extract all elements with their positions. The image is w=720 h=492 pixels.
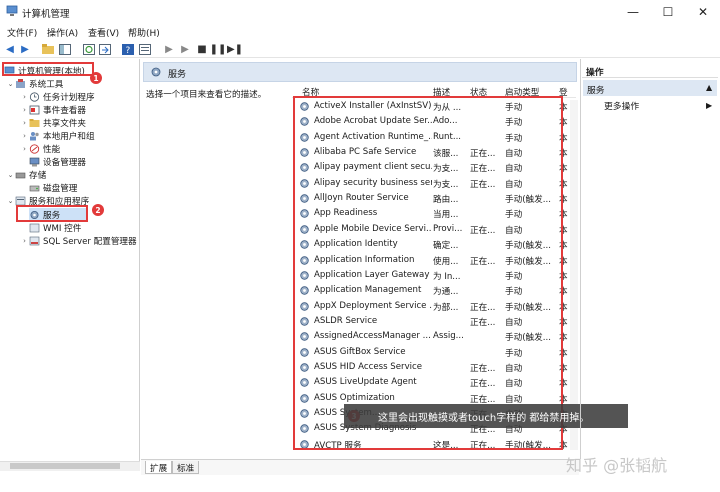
chevron-right-icon[interactable]: › — [20, 93, 29, 101]
toolbar: ◀ ▶ ? ▶ ▶ ■ ❚❚ ▶❚ — [0, 40, 720, 58]
folder-up-icon[interactable] — [41, 42, 55, 56]
users-icon — [30, 131, 39, 140]
menu-bar: 文件(F) 操作(A) 查看(V) 帮助(H) — [0, 24, 720, 40]
chevron-right-icon[interactable]: › — [20, 237, 29, 245]
menu-file[interactable]: 文件(F) — [7, 26, 37, 39]
tree-item-device-manager[interactable]: 设备管理器 — [29, 155, 86, 168]
play-alt-icon[interactable]: ▶ — [178, 42, 192, 56]
refresh-icon[interactable] — [82, 42, 96, 56]
tree-item-local-users[interactable]: › 本地用户和组 — [20, 129, 95, 142]
tree-label: 任务计划程序 — [43, 92, 95, 103]
tab-extended[interactable]: 扩展 — [145, 461, 173, 474]
tree-label: 本地用户和组 — [43, 131, 95, 142]
performance-icon — [29, 143, 40, 154]
menu-help[interactable]: 帮助(H) — [128, 26, 160, 39]
tree-item-storage[interactable]: ⌄ 存储 — [6, 168, 47, 181]
step-badge-1: 1 — [90, 72, 102, 84]
services-apps-icon — [15, 196, 26, 205]
svg-text:?: ? — [126, 46, 131, 55]
highlight-box-services — [16, 205, 88, 222]
properties-icon[interactable] — [138, 42, 152, 56]
menu-view[interactable]: 查看(V) — [88, 26, 119, 39]
sql-server-icon — [29, 236, 40, 245]
menu-action[interactable]: 操作(A) — [47, 26, 78, 39]
tree-label: 设备管理器 — [43, 157, 86, 168]
caret-up-icon[interactable]: ▲ — [706, 83, 712, 92]
storage-icon — [15, 172, 26, 178]
chevron-right-icon[interactable]: › — [20, 145, 29, 153]
chevron-down-icon[interactable]: ⌄ — [6, 80, 15, 88]
tree-item-performance[interactable]: › 性能 — [20, 142, 60, 155]
tree-label: 共享文件夹 — [43, 118, 86, 129]
tab-standard[interactable]: 标准 — [172, 461, 200, 474]
chevron-right-icon[interactable]: › — [20, 132, 29, 140]
tree-item-wmi[interactable]: WMI 控件 — [29, 221, 81, 234]
chevron-down-icon[interactable]: ⌄ — [6, 197, 15, 205]
restart-icon[interactable]: ▶❚ — [227, 42, 243, 56]
device-manager-icon — [29, 157, 40, 166]
tree-item-system-tools[interactable]: ⌄ 系统工具 — [6, 77, 63, 90]
show-hide-tree-icon[interactable] — [58, 42, 72, 56]
disk-icon — [29, 185, 40, 191]
tree-item-sql[interactable]: › SQL Server 配置管理器 — [20, 234, 137, 247]
step-badge-2: 2 — [92, 204, 104, 216]
tree-label: 事件查看器 — [43, 105, 86, 116]
tree-label: WMI 控件 — [43, 223, 82, 234]
title-bar — [0, 0, 720, 24]
maximize-button[interactable]: ☐ — [651, 0, 685, 24]
close-button[interactable]: ✕ — [686, 0, 720, 24]
chevron-down-icon[interactable]: ⌄ — [6, 171, 15, 179]
event-viewer-icon — [29, 105, 40, 114]
services-title: 服务 — [168, 70, 187, 80]
tree-label: SQL Server 配置管理器 — [43, 236, 137, 247]
view-tab-bar — [141, 459, 579, 475]
actions-pane — [580, 59, 720, 459]
back-icon[interactable]: ◀ — [3, 42, 17, 56]
description-prompt: 选择一个项目来查看它的描述。 — [146, 90, 267, 100]
actions-section-services[interactable]: 服务 — [583, 80, 717, 96]
navigation-tree: 计算机管理(本地) ⌄ 系统工具 › 任务计划程序 › 事件查看器 › 共享文件… — [0, 59, 140, 461]
chevron-right-icon[interactable]: › — [20, 119, 29, 127]
forward-icon[interactable]: ▶ — [18, 42, 32, 56]
tree-item-shared-folders[interactable]: › 共享文件夹 — [20, 116, 86, 129]
more-actions-link[interactable]: 更多操作 — [604, 99, 639, 112]
pause-icon[interactable]: ❚❚ — [210, 42, 227, 56]
shared-folder-icon — [29, 118, 40, 127]
play-icon[interactable]: ▶ — [162, 42, 176, 56]
export-icon[interactable] — [98, 42, 112, 56]
caret-right-icon[interactable]: ▶ — [706, 101, 712, 110]
actions-title: 操作 — [582, 62, 718, 78]
tree-item-event-viewer[interactable]: › 事件查看器 — [20, 103, 86, 116]
tree-scroll-thumb[interactable] — [10, 463, 120, 469]
tree-label: 存储 — [29, 170, 47, 181]
watermark-text: 知乎 @张韬航 — [566, 456, 668, 475]
highlight-box-root — [2, 62, 94, 76]
status-bar — [0, 476, 720, 492]
services-header — [143, 62, 577, 82]
clock-icon — [29, 91, 40, 102]
highlight-box-services-list — [293, 96, 563, 450]
window-title: 计算机管理 — [22, 9, 70, 20]
gear-icon — [151, 67, 161, 77]
list-vertical-scrollbar[interactable] — [570, 100, 578, 450]
computer-management-icon — [6, 5, 18, 16]
chevron-right-icon[interactable]: › — [20, 106, 29, 114]
wmi-icon — [29, 223, 40, 232]
tools-icon — [16, 78, 25, 88]
tree-label: 系统工具 — [29, 79, 64, 90]
tree-item-task-scheduler[interactable]: › 任务计划程序 — [20, 90, 95, 103]
stop-icon[interactable]: ■ — [195, 42, 209, 56]
tree-item-disk-management[interactable]: 磁盘管理 — [29, 181, 77, 194]
help-icon[interactable]: ? — [121, 42, 135, 56]
minimize-button[interactable]: — — [616, 0, 650, 24]
tree-label: 性能 — [43, 144, 61, 155]
tree-label: 磁盘管理 — [43, 183, 78, 194]
